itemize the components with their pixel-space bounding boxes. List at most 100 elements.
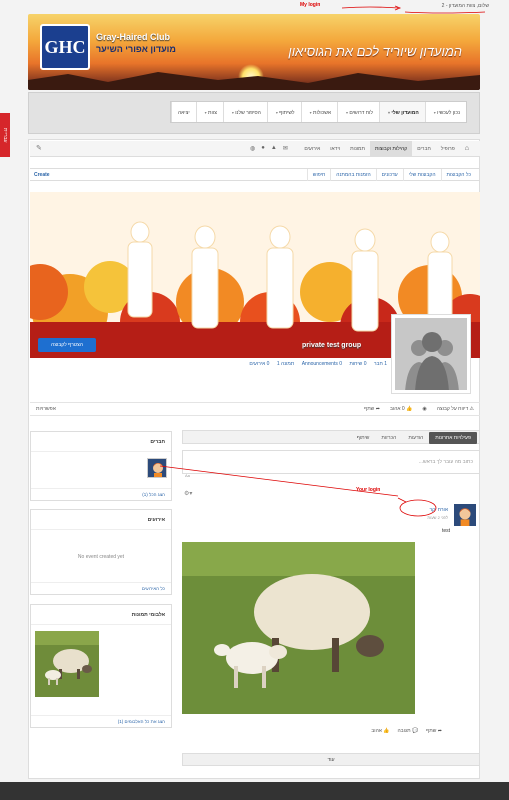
- nav-item-logout[interactable]: יציאה: [171, 102, 196, 122]
- comment-icon: 💬: [411, 728, 419, 734]
- nav-item-label: הסיפור שלנו: [235, 110, 261, 116]
- post-actions: 👍 אהוב 💬 תגובה ➦ שתף: [371, 728, 442, 734]
- nav-item-team[interactable]: צוות ▾: [195, 102, 223, 122]
- feed-tab-row: פעילויות אחרונות הודעות הכרזות שיתוף: [351, 432, 477, 444]
- stat-discussions[interactable]: 0 שיחות: [349, 361, 366, 367]
- top-row: שלום, צוות המועדון - 2 My login: [0, 0, 509, 14]
- sheep-photo-thumbnail: [35, 631, 99, 697]
- nav-item-our-story[interactable]: הסיפור שלנו ▾: [222, 102, 267, 122]
- post-image[interactable]: [182, 542, 415, 714]
- site-footer: [0, 782, 509, 800]
- site-banner: GHC Gray-Haired Club מועדון אפורי השיער …: [28, 14, 480, 90]
- tab-share[interactable]: שיתוף: [351, 432, 376, 444]
- load-more-button[interactable]: עוד: [182, 753, 480, 766]
- group-actions-right: ➦ שתף 👍 0 אהוב ◉ ⚠ דיווח על קבוצה: [364, 406, 474, 412]
- share-button[interactable]: ➦ שתף: [364, 406, 380, 412]
- chevron-down-icon: ▾: [346, 110, 349, 115]
- chevron-down-icon: ▾: [309, 110, 312, 115]
- nav-item-label: המועדון שלי: [391, 110, 419, 116]
- tab-friends[interactable]: חברים: [412, 141, 436, 157]
- stat-events[interactable]: 0 אירועים: [249, 361, 269, 367]
- like-button[interactable]: 👍 0 אהוב: [390, 406, 412, 412]
- group-name: private test group: [302, 342, 362, 349]
- mountains-graphic: [28, 72, 480, 90]
- post-comment-label: תגובה: [397, 728, 411, 734]
- logo[interactable]: GHC: [40, 24, 90, 70]
- nav-item-forums[interactable]: אשכולות ▾: [300, 102, 337, 122]
- main-nav: נכון לעכשיו ▾ המועדון שלי ▾ לוח דרושים ▾…: [28, 92, 480, 134]
- slogan: המועדון שיוריד לכם את הגוסיאון: [288, 44, 462, 59]
- globe-icon[interactable]: ◍: [250, 145, 255, 152]
- lock-icon[interactable]: ▲: [271, 145, 277, 152]
- nav-item-label: אשכולות: [312, 110, 331, 116]
- albums-widget: אלבומי תמונות הצג את כל האלבומים (1): [30, 604, 172, 728]
- stat-members[interactable]: 1 חבר: [374, 361, 387, 367]
- chevron-down-icon: ▾: [433, 110, 436, 115]
- create-group-link[interactable]: Create: [34, 172, 50, 178]
- post-comment-button[interactable]: 💬 תגובה: [398, 728, 419, 734]
- views-indicator: ◉: [422, 406, 426, 412]
- page: שלום, צוות המועדון - 2 My login GHC Gray…: [0, 0, 509, 800]
- album-thumbnail[interactable]: [35, 631, 99, 697]
- albums-widget-title: אלבומי תמונות: [31, 605, 171, 625]
- thumbs-up-icon: 👍: [406, 406, 413, 412]
- albums-view-all[interactable]: הצג את כל האלבומים (1): [31, 715, 171, 727]
- group-subtabs: כל הקבוצות הקבוצות שלי עדכונים הזמנות בה…: [30, 168, 480, 181]
- annotation-overlay: [159, 465, 437, 517]
- chevron-down-icon: ▾: [204, 110, 207, 115]
- nav-item-now[interactable]: נכון לעכשיו ▾: [424, 102, 466, 122]
- stat-announcements[interactable]: 0 Announcements: [302, 361, 342, 367]
- tab-pending-invites[interactable]: הזמנות בהמתנה: [330, 169, 375, 181]
- tab-all-groups[interactable]: כל הקבוצות: [440, 169, 476, 181]
- tab-updates[interactable]: עדכונים: [375, 169, 403, 181]
- events-view-all[interactable]: כל האירועים: [31, 582, 171, 594]
- tab-messages[interactable]: הודעות: [402, 432, 429, 444]
- profile-tab-row: ⌂ פרופיל חברים קהילות וקבוצות תמונות ויד…: [299, 141, 474, 157]
- join-group-button[interactable]: הצטרף לקבוצה: [38, 338, 96, 352]
- tab-events[interactable]: אירועים: [299, 141, 325, 157]
- post-like-button[interactable]: 👍 אהוב: [371, 728, 389, 734]
- group-actions-bar: ➦ שתף 👍 0 אהוב ◉ ⚠ דיווח על קבוצה אפשרוי…: [30, 402, 480, 416]
- members-widget-title: חברים: [31, 432, 171, 452]
- tab-recent-activity[interactable]: פעילויות אחרונות: [429, 432, 477, 444]
- tab-my-groups[interactable]: הקבוצות שלי: [402, 169, 441, 181]
- nav-item-label: נכון לעכשיו: [437, 110, 460, 116]
- nav-item-label: לשיתוף: [279, 110, 295, 116]
- home-icon[interactable]: ⌂: [460, 141, 474, 157]
- chevron-down-icon: ▾: [388, 110, 391, 115]
- nav-item-share[interactable]: לשיתוף ▾: [266, 102, 301, 122]
- nav-item-my-club[interactable]: המועדון שלי ▾: [379, 102, 425, 122]
- post-share-button[interactable]: ➦ שתף: [426, 728, 442, 734]
- post-share-label: שתף: [426, 728, 437, 734]
- edit-icon[interactable]: ✎: [36, 144, 42, 152]
- user-icon[interactable]: ●: [261, 145, 265, 152]
- feedback-side-tab[interactable]: עבריית: [0, 113, 10, 157]
- annotation-my-login: My login: [300, 2, 321, 8]
- tab-photos[interactable]: תמונות: [345, 141, 370, 157]
- report-button[interactable]: ⚠ דיווח על קבוצה: [437, 406, 474, 412]
- mail-icon[interactable]: ✉: [283, 145, 288, 152]
- nav-item-jobs[interactable]: לוח דרושים ▾: [337, 102, 379, 122]
- tab-profile[interactable]: פרופיל: [436, 141, 460, 157]
- tab-groups[interactable]: קהילות וקבוצות: [369, 141, 413, 157]
- group-stats: 1 חבר 0 שיחות 0 Announcements תמונה 1 0 …: [243, 361, 387, 367]
- profile-tabs: ⌂ פרופיל חברים קהילות וקבוצות תמונות ויד…: [30, 141, 480, 157]
- chevron-down-icon: ▾: [231, 110, 234, 115]
- share-icon: ➦: [437, 728, 442, 734]
- share-icon: ➦: [375, 406, 380, 412]
- annotation-underline: [341, 5, 486, 14]
- eye-icon: ◉: [422, 406, 427, 412]
- people-placeholder-icon: [395, 318, 467, 390]
- chevron-down-icon: ▾: [275, 110, 278, 115]
- thumbs-up-icon: 👍: [383, 728, 390, 734]
- group-content: ⌂ פרופיל חברים קהילות וקבוצות תמונות ויד…: [28, 139, 480, 779]
- like-label: 0 אהוב: [389, 406, 405, 412]
- admin-options[interactable]: אפשרויות: [36, 406, 56, 412]
- group-avatar[interactable]: [391, 314, 471, 394]
- tab-videos[interactable]: וידאו: [325, 141, 345, 157]
- stat-photos[interactable]: תמונה 1: [277, 361, 294, 367]
- nav-item-label: לוח דרושים: [349, 110, 374, 116]
- share-label: שתף: [364, 406, 375, 412]
- tab-search[interactable]: חיפוש: [306, 169, 331, 181]
- tab-announcements[interactable]: הכרזות: [375, 432, 402, 444]
